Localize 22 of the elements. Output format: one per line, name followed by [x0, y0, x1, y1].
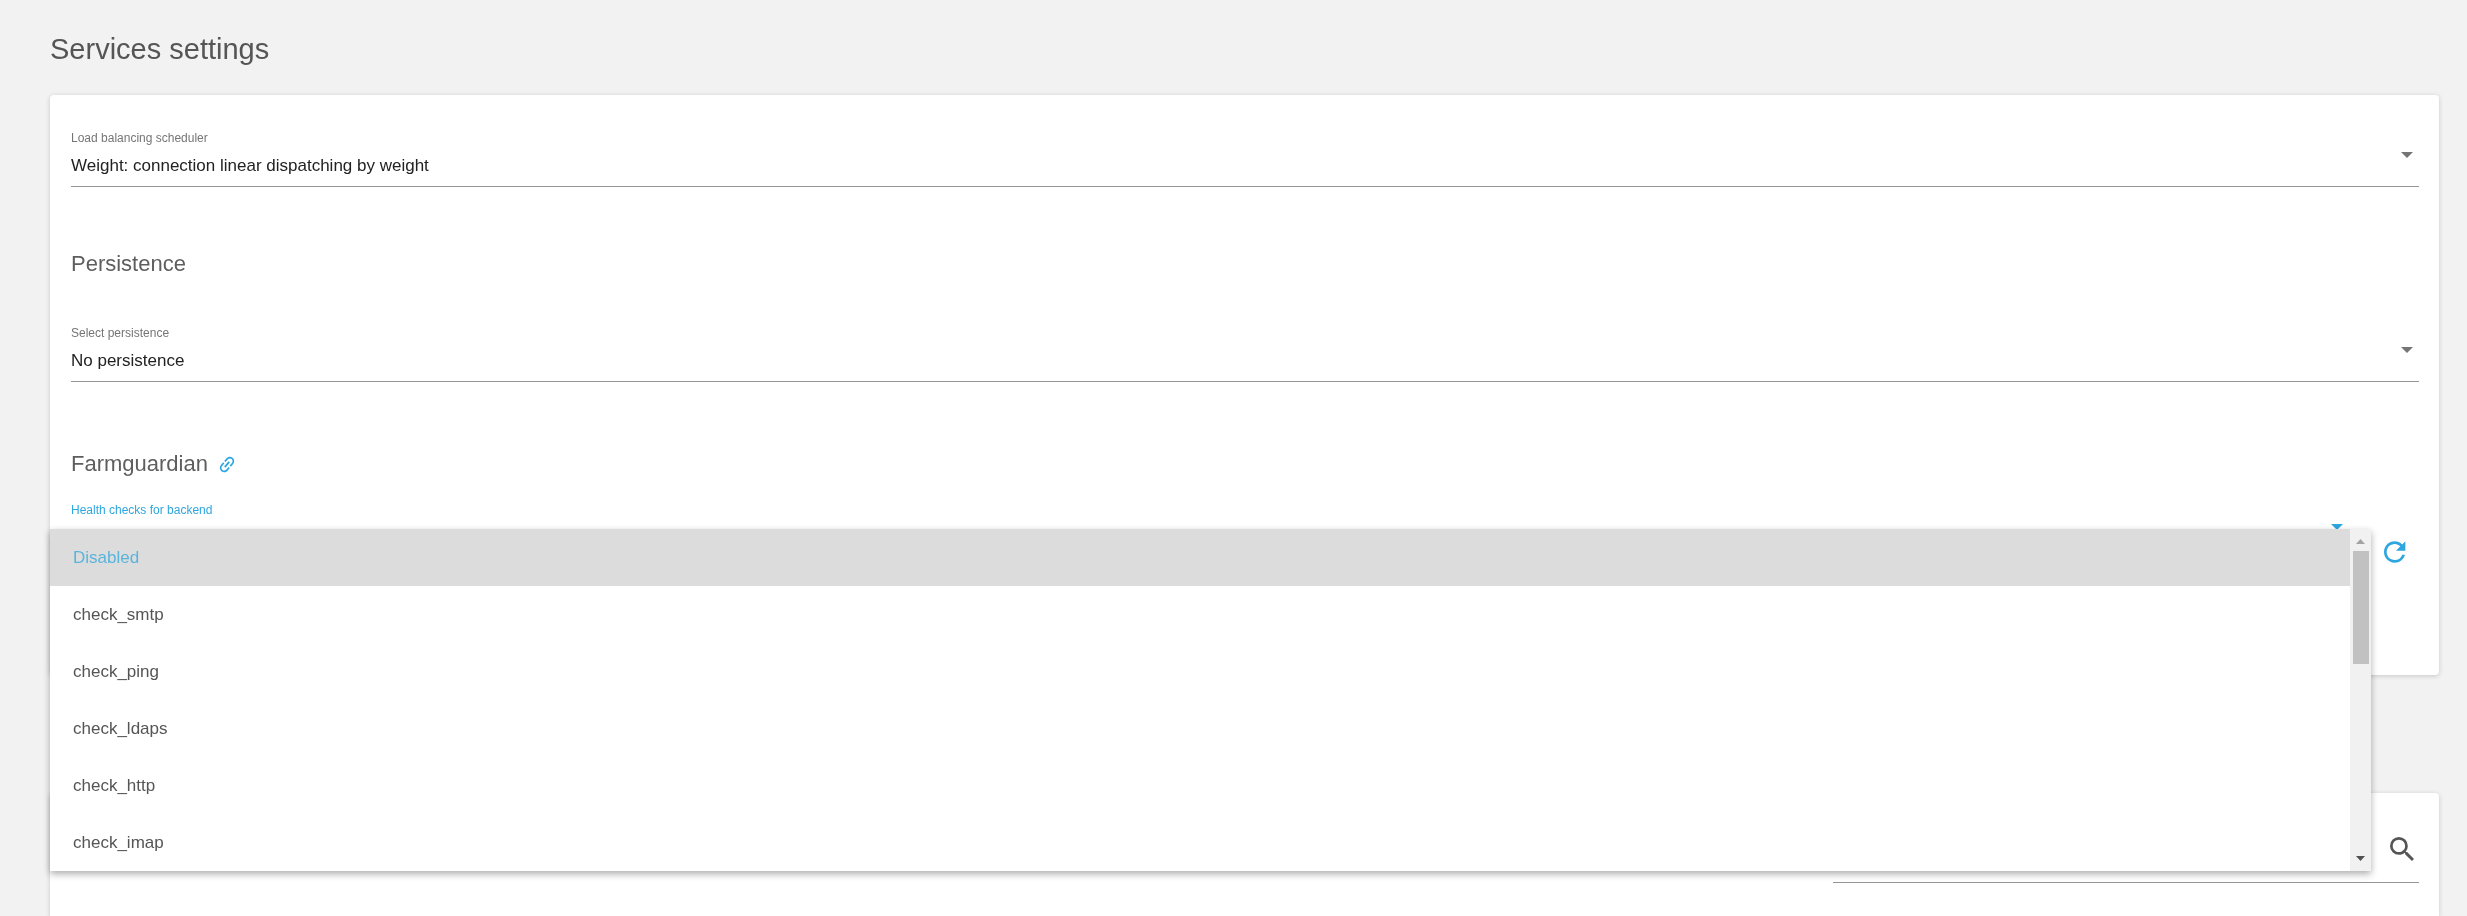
up-arrow-icon[interactable] [2356, 539, 2365, 544]
menu-option[interactable]: check_smtp [50, 586, 2350, 643]
search-icon[interactable] [2390, 837, 2414, 861]
menu-option[interactable]: check_ldaps [50, 700, 2350, 757]
section-heading: Farmguardian [71, 450, 208, 478]
menu-option[interactable]: check_imap [50, 814, 2350, 871]
select-field[interactable]: No persistence [71, 350, 2419, 382]
section-heading: Persistence [71, 250, 186, 278]
scrollbar-thumb[interactable] [2352, 551, 2369, 664]
caret-icon [2401, 152, 2413, 158]
menu-option[interactable]: check_http [50, 757, 2350, 814]
caret-icon [2401, 347, 2413, 353]
select-field[interactable]: Weight: connection linear dispatching by weight [71, 155, 2419, 187]
page-title: Services settings [50, 32, 270, 67]
menu-option[interactable]: check_ping [50, 643, 2350, 700]
field-label: Health checks for backend [71, 502, 213, 518]
field-label: Select persistence [71, 325, 170, 341]
refresh-icon[interactable] [2384, 541, 2406, 563]
link-icon[interactable] [217, 454, 236, 474]
field-label: Load balancing scheduler [71, 130, 208, 146]
down-arrow-icon[interactable] [2356, 856, 2365, 861]
scrollbar[interactable] [2350, 529, 2371, 871]
